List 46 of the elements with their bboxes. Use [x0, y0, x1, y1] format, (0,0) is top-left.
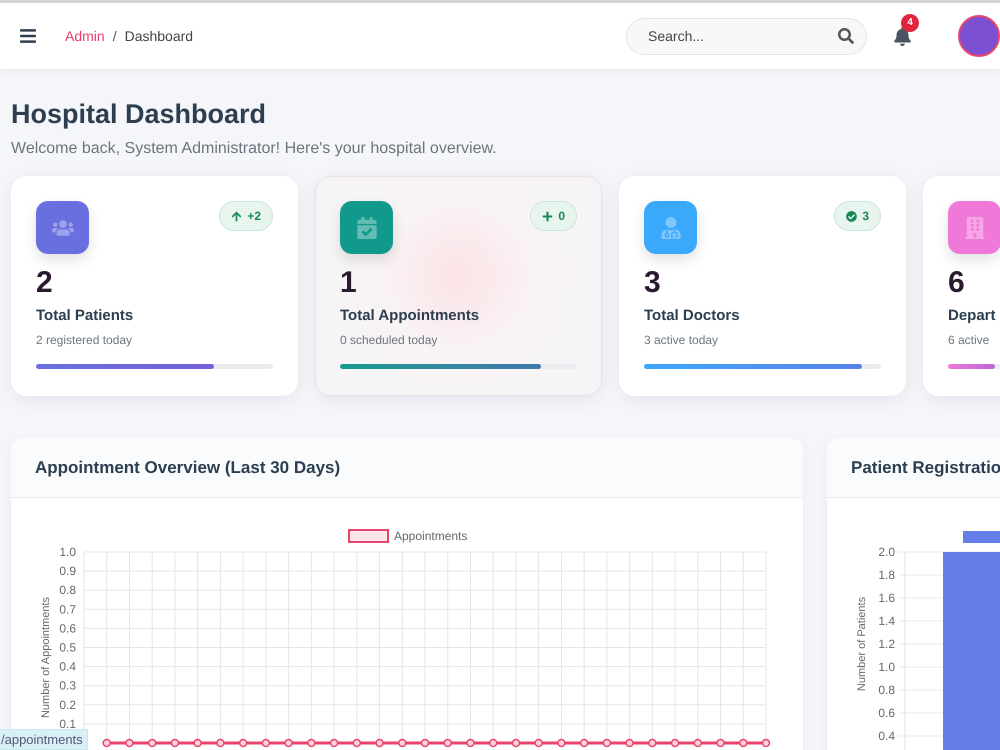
axis-label: 1.4 [878, 614, 895, 628]
axis-label: 0.8 [878, 683, 895, 697]
axis-label: 0.7 [59, 602, 76, 616]
stat-value: 1 [340, 266, 358, 300]
trend-badge: 3 [834, 201, 881, 231]
stat-title: Depart [948, 306, 997, 326]
axis-label: 1.6 [878, 591, 895, 605]
axis-label: 0.5 [59, 640, 76, 654]
axis-label: 0.4 [59, 660, 76, 674]
axis-label: 1.0 [59, 545, 76, 559]
axis-label: 1.0 [878, 660, 895, 674]
page-subtitle: Welcome back, System Administrator! Here's your hospital overview. [11, 140, 498, 158]
axis-label: 0.2 [59, 698, 76, 712]
stat-subtitle: 6 active [948, 332, 990, 348]
stat-value: 6 [948, 266, 966, 300]
axis-label: 0.4 [878, 729, 895, 743]
search-field[interactable]: Search... [646, 27, 838, 45]
breadcrumb-separator: / [112, 28, 117, 44]
stat-title: Total Doctors [644, 306, 741, 326]
axis-label: 0.6 [59, 621, 76, 636]
stat-subtitle: 2 registered today [36, 332, 134, 348]
axis-label: 1.2 [878, 637, 895, 651]
axis-title: Number of Patients [856, 596, 868, 692]
breadcrumb-link[interactable]: Admin [65, 28, 105, 44]
breadcrumb-link[interactable]: Dashboard [124, 28, 194, 44]
chart-title: Appointment Overview (Last 30 Days) [35, 458, 340, 478]
stat-value: 2 [36, 266, 54, 300]
axis-label: 0.1 [59, 716, 76, 731]
page-title: Hospital Dashboard [11, 99, 268, 130]
stat-title: Total Appointments [340, 306, 480, 326]
stat-title: Total Patients [36, 306, 134, 326]
axis-label: 0.3 [59, 678, 76, 693]
axis-label: 2.0 [878, 545, 895, 559]
notification-count: 4 [901, 14, 919, 32]
axis-label: 1.8 [878, 568, 895, 582]
legend-label[interactable]: Appointments [394, 529, 468, 543]
trend-badge: +2 [219, 201, 273, 231]
search-box[interactable]: Search... [626, 18, 867, 54]
axis-label: 0.9 [59, 564, 76, 578]
stat-value: 3 [644, 266, 662, 300]
stat-subtitle: 3 active today [644, 332, 720, 348]
axis-title: Number of Appointments [40, 596, 52, 718]
stat-subtitle: 0 scheduled today [340, 332, 438, 348]
trend-badge: 0 [530, 201, 577, 231]
axis-label: 0.8 [59, 583, 76, 598]
axis-label: 0.6 [878, 706, 895, 720]
